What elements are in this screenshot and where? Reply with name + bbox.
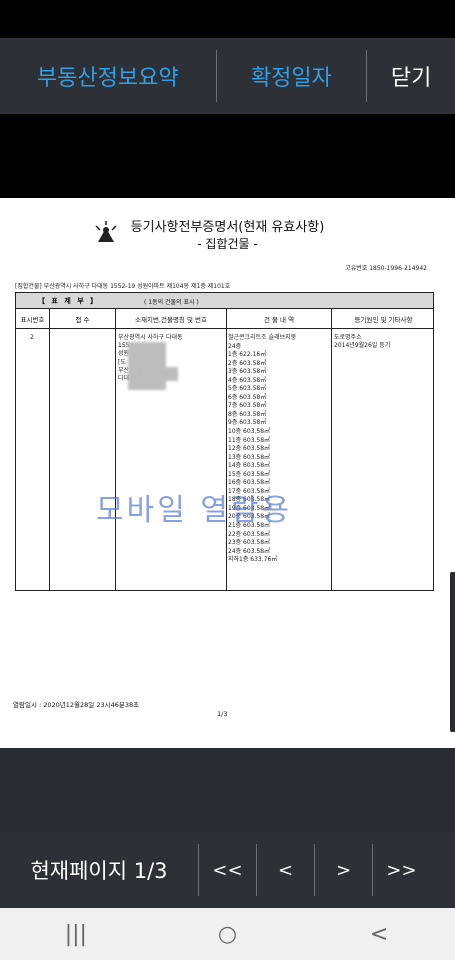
building-line: 11층 603.58㎡ (228, 436, 271, 444)
section-note: ( 1동의 건물의 표시 ) (144, 299, 199, 306)
building-line: 22층 603.58㎡ (228, 530, 271, 538)
building-line: 14층 603.58㎡ (228, 462, 271, 470)
column-header-row: 표시번호 접 수 소재지번,건물명칭 및 번호 건 물 내 역 등기원인 및 기… (16, 308, 433, 329)
section-header: 【 표 제 부 】 ( 1동의 건물의 표시 ) (16, 293, 433, 309)
building-line: 9층 603.58㎡ (228, 419, 267, 427)
viewed-at-timestamp: 열람일시 : 2020년12월28일 23시46분38초 (13, 701, 140, 709)
remark-line: 2014년9월26일 등기 (334, 342, 391, 350)
property-line: [집합건물] 부산광역시 사하구 다대동 1552-19 성원아파트 제104동… (15, 283, 231, 290)
column-header: 접 수 (75, 316, 90, 324)
viewer-background (0, 114, 455, 198)
remark-line: 도로명주소 (334, 334, 362, 341)
previous-page-button[interactable]: < (257, 860, 314, 881)
address-line: 부산광역시 사하구 다대동 (118, 334, 183, 341)
register-table: 【 표 제 부 】 ( 1동의 건물의 표시 ) 표시번호 접 수 소재지번,건… (15, 292, 434, 591)
column-header: 소재지번,건물명칭 및 번호 (135, 316, 207, 324)
document-page[interactable]: 등기사항전부증명서(현재 유효사항) - 집합건물 - 고유번호 1850-19… (0, 198, 455, 748)
scroll-handle[interactable] (450, 572, 455, 732)
document-title: 등기사항전부증명서(현재 유효사항) (130, 220, 325, 235)
serial-number: 고유번호 1850-1996-214942 (345, 265, 427, 272)
building-line: 24층 603.58㎡ (228, 547, 271, 555)
last-page-button[interactable]: >> (373, 860, 430, 881)
building-line: 13층 603.58㎡ (228, 453, 271, 461)
column-divider (49, 308, 50, 590)
home-icon[interactable]: ○ (177, 922, 277, 947)
building-line: 5층 603.58㎡ (228, 385, 267, 393)
building-line: 2층 603.58㎡ (228, 359, 267, 367)
close-button[interactable]: 닫기 (367, 38, 455, 114)
status-bar (0, 0, 455, 38)
building-line: 24층 (228, 342, 242, 350)
column-divider (226, 308, 227, 590)
first-page-button[interactable]: << (199, 860, 256, 881)
building-line: 지하1층 633.76㎡ (228, 556, 278, 564)
next-page-button[interactable]: > (315, 860, 372, 881)
column-header: 건 물 내 역 (263, 316, 295, 324)
building-line: 4층 603.58㎡ (228, 376, 267, 384)
building-line: 3층 603.58㎡ (228, 368, 267, 376)
row-number: 2 (30, 334, 34, 341)
system-navigation-bar: ||| ○ < (0, 908, 455, 960)
back-icon[interactable]: < (329, 922, 429, 947)
building-details-cell: 철근콘크리트조 슬래브지붕 24층 1층 622.16㎡ 2층 603.58㎡ … (228, 334, 296, 565)
current-page-label: 현재페이지 1/3 (30, 859, 168, 883)
building-line: 15층 603.58㎡ (228, 470, 271, 478)
building-line: 철근콘크리트조 슬래브지붕 (228, 334, 297, 341)
confirm-date-button[interactable]: 확정일자 (217, 38, 367, 114)
column-header: 표시번호 (20, 316, 45, 324)
section-name: 【 표 제 부 】 (38, 297, 100, 305)
building-line: 12층 603.58㎡ (228, 445, 271, 453)
building-line: 10층 603.58㎡ (228, 428, 271, 436)
watermark-text: 모바일 열람용 (96, 493, 293, 528)
recent-apps-icon[interactable]: ||| (26, 922, 126, 947)
redaction-blur (128, 342, 166, 390)
remarks-cell: 도로명주소 2014년9월26일 등기 (334, 334, 390, 350)
column-divider (331, 308, 332, 590)
document-page-indicator: 1/3 (217, 710, 228, 718)
building-line: 1층 622.16㎡ (228, 351, 267, 359)
redaction-blur (142, 367, 178, 381)
viewer-background-bottom (0, 748, 455, 832)
building-line: 23층 603.58㎡ (228, 539, 271, 547)
property-summary-button[interactable]: 부동산정보요약 (0, 38, 216, 114)
column-header: 등기원인 및 기타사항 (354, 316, 413, 324)
document-subtitle: - 집합건물 - (197, 237, 258, 251)
column-divider (115, 308, 116, 590)
top-toolbar: 부동산정보요약 확정일자 닫기 (0, 38, 455, 114)
building-line: 7층 603.58㎡ (228, 402, 267, 410)
page-navigation-bar: 현재페이지 1/3 << < > >> (0, 832, 455, 908)
